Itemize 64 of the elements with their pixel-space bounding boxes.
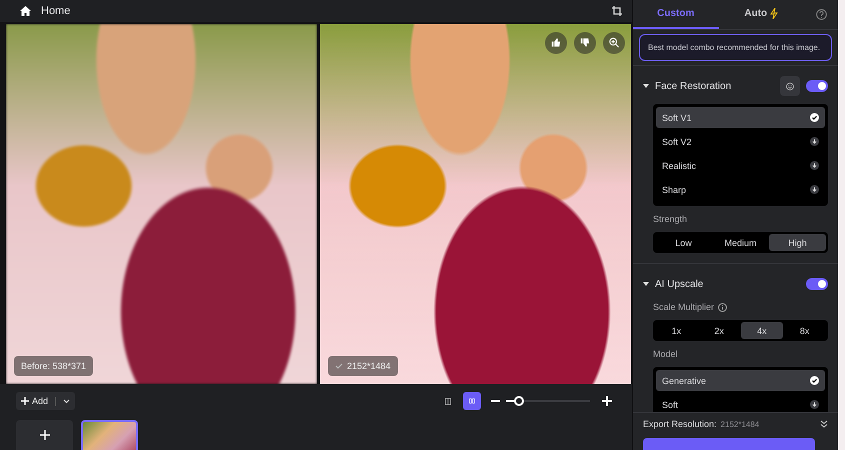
segment-option[interactable]: Low	[655, 234, 712, 251]
resolution-text: 2152*1484	[347, 361, 391, 371]
section-title: Face Restoration	[655, 80, 732, 92]
split-view-icon	[445, 396, 451, 406]
model-option[interactable]: Generative	[656, 370, 825, 391]
double-chevron-icon[interactable]	[820, 420, 828, 428]
segment-option[interactable]: Medium	[712, 234, 769, 251]
tab[interactable]: Auto	[718, 0, 804, 29]
crop-icon	[612, 6, 622, 16]
export-label: Export Resolution:	[643, 419, 717, 429]
segment-option[interactable]: 8x	[783, 322, 826, 339]
side-by-side-icon	[469, 396, 475, 406]
chevron-down-icon	[63, 398, 70, 404]
thumbs-up-icon	[551, 37, 561, 48]
caret-icon[interactable]	[643, 83, 649, 89]
export-resolution: 2152*1484	[720, 420, 760, 428]
face-button[interactable]	[780, 76, 800, 96]
smiley-icon	[786, 80, 794, 92]
section-title: AI Upscale	[655, 278, 704, 290]
check-icon	[810, 113, 819, 122]
help-icon	[816, 9, 826, 20]
toggle-switch[interactable]	[806, 278, 828, 290]
field-label: Strength	[653, 214, 688, 224]
toggle-switch[interactable]	[806, 80, 828, 92]
plus-icon	[602, 396, 612, 406]
download-icon	[810, 137, 819, 146]
download-icon	[810, 185, 819, 194]
model-option[interactable]: Realistic	[656, 155, 825, 176]
image-size-label: Before: 538*371	[14, 356, 94, 376]
zoom-in-icon	[609, 37, 619, 48]
segment-option[interactable]: 1x	[655, 322, 698, 339]
download-icon	[810, 400, 819, 409]
thumbs-down-icon	[580, 37, 590, 48]
field-label: Scale Multiplier	[653, 302, 714, 312]
model-option[interactable]: Soft V1	[656, 107, 825, 128]
recommendation-notice: Best model combo recommended for this image.	[639, 34, 832, 61]
zoom-in-button[interactable]	[602, 396, 612, 406]
add-button[interactable]: Add	[16, 392, 76, 410]
tab[interactable]: Custom	[633, 0, 718, 29]
image-thumbnail[interactable]	[81, 420, 138, 450]
minus-icon	[491, 400, 500, 402]
check-icon	[810, 376, 819, 385]
slider-thumb[interactable]	[514, 396, 524, 406]
check-icon	[335, 363, 343, 369]
dislike-button[interactable]	[574, 32, 596, 54]
field-label: Model	[653, 349, 679, 359]
like-button[interactable]	[545, 32, 567, 54]
caret-icon[interactable]	[643, 281, 649, 287]
add-image-tile[interactable]	[16, 420, 73, 450]
plus-icon	[21, 397, 29, 405]
info-icon[interactable]	[718, 302, 728, 312]
download-icon	[810, 161, 819, 170]
view-mode-button[interactable]	[463, 392, 481, 410]
page-title: Home	[41, 4, 72, 17]
zoom-button[interactable]	[603, 32, 625, 54]
model-option[interactable]: Sharp	[656, 179, 825, 200]
lightning-icon	[770, 8, 778, 19]
segment-option[interactable]: 4x	[740, 322, 784, 339]
segment-option[interactable]: High	[769, 234, 826, 251]
segment-option[interactable]: 2x	[698, 322, 740, 339]
plus-icon	[40, 430, 50, 440]
crop-button[interactable]	[612, 6, 622, 16]
home-icon[interactable]	[20, 6, 31, 16]
model-option[interactable]: Soft V2	[656, 131, 825, 152]
